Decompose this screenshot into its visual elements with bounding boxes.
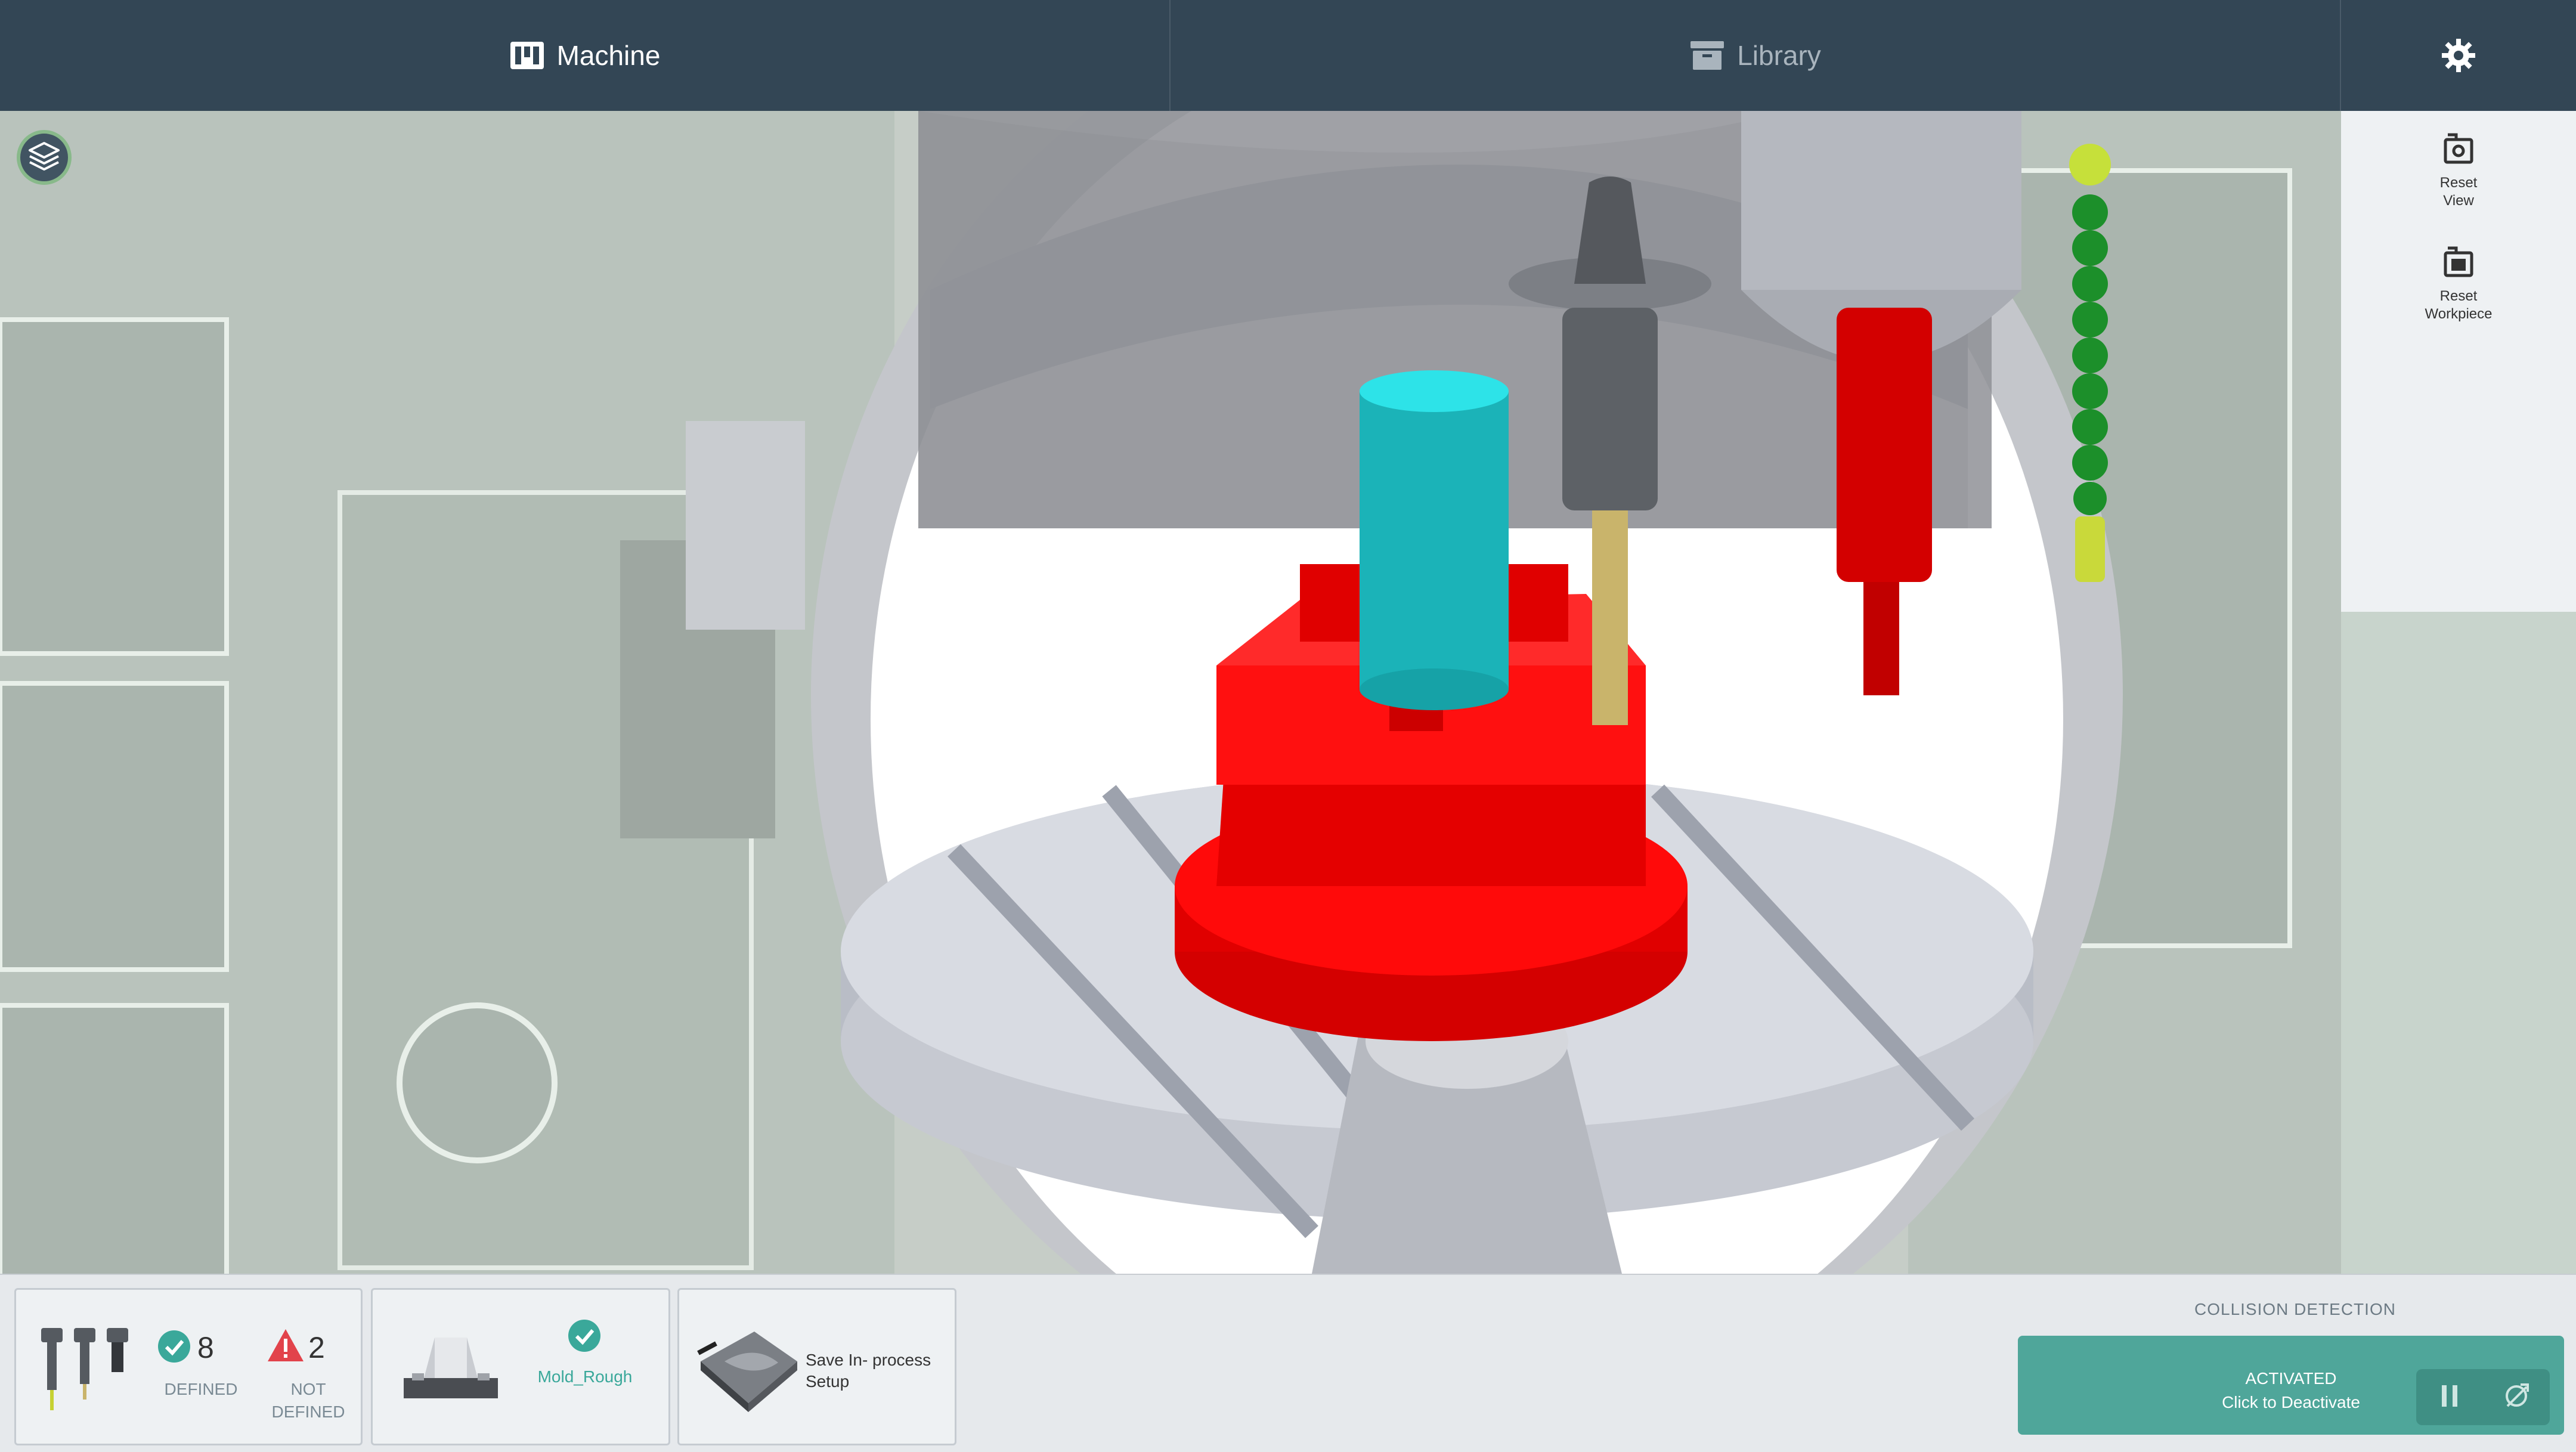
- defined-label: DEFINED: [164, 1380, 238, 1398]
- collision-settings-button[interactable]: [2483, 1369, 2550, 1425]
- collision-controls: [2416, 1369, 2550, 1425]
- setup-name: Mold_Rough: [537, 1367, 633, 1386]
- tab-machine-label: Machine: [556, 40, 661, 71]
- pause-icon: [2441, 1384, 2459, 1411]
- setup-card[interactable]: Mold_Rough: [371, 1288, 670, 1445]
- tab-library-label: Library: [1737, 40, 1821, 71]
- reset-workpiece-label: Reset Workpiece: [2425, 288, 2493, 322]
- tools-card[interactable]: 8 DEFINED 2 NOT DEFINED: [14, 1288, 363, 1445]
- pause-button[interactable]: [2416, 1369, 2483, 1425]
- warning-triangle-icon: [267, 1328, 305, 1366]
- collision-detection-title: COLLISION DETECTION: [2194, 1300, 2396, 1318]
- not-defined-label: NOT DEFINED: [271, 1380, 345, 1421]
- gear-icon: [2441, 38, 2476, 73]
- save-in-process-setup-button[interactable]: Save In- process Setup: [677, 1288, 956, 1445]
- save-setup-icon: [695, 1320, 802, 1418]
- layers-button[interactable]: [17, 130, 72, 185]
- check-circle-icon: [157, 1329, 191, 1367]
- setup-fixture-icon: [400, 1326, 501, 1406]
- reset-workpiece-button[interactable]: Reset Workpiece: [2341, 246, 2576, 323]
- settings-button[interactable]: [2341, 0, 2576, 111]
- machine-viewport[interactable]: [0, 111, 2576, 1274]
- setup-check-icon: [567, 1318, 602, 1356]
- reset-view-icon: [2442, 132, 2475, 171]
- tab-library[interactable]: Library: [1171, 0, 2341, 111]
- view-tools-panel: Reset View Reset Workpiece: [2341, 111, 2576, 612]
- collision-toggle-button[interactable]: ACTIVATED Click to Deactivate: [2018, 1336, 2564, 1435]
- save-setup-label: Save In- process Setup: [806, 1351, 931, 1391]
- machine-icon: [509, 41, 545, 70]
- library-icon: [1689, 40, 1725, 71]
- reset-view-label: Reset View: [2439, 175, 2478, 209]
- not-defined-count: 2: [308, 1331, 325, 1364]
- defined-count: 8: [197, 1331, 214, 1364]
- tools-icon: [34, 1322, 135, 1420]
- tab-machine[interactable]: Machine: [0, 0, 1171, 111]
- collision-icon: [2503, 1382, 2530, 1413]
- reset-view-button[interactable]: Reset View: [2341, 132, 2576, 210]
- reset-workpiece-icon: [2442, 246, 2475, 284]
- top-bar: Machine Library: [0, 0, 2576, 111]
- layers-icon: [27, 140, 61, 176]
- machine-scene: [0, 111, 2576, 1274]
